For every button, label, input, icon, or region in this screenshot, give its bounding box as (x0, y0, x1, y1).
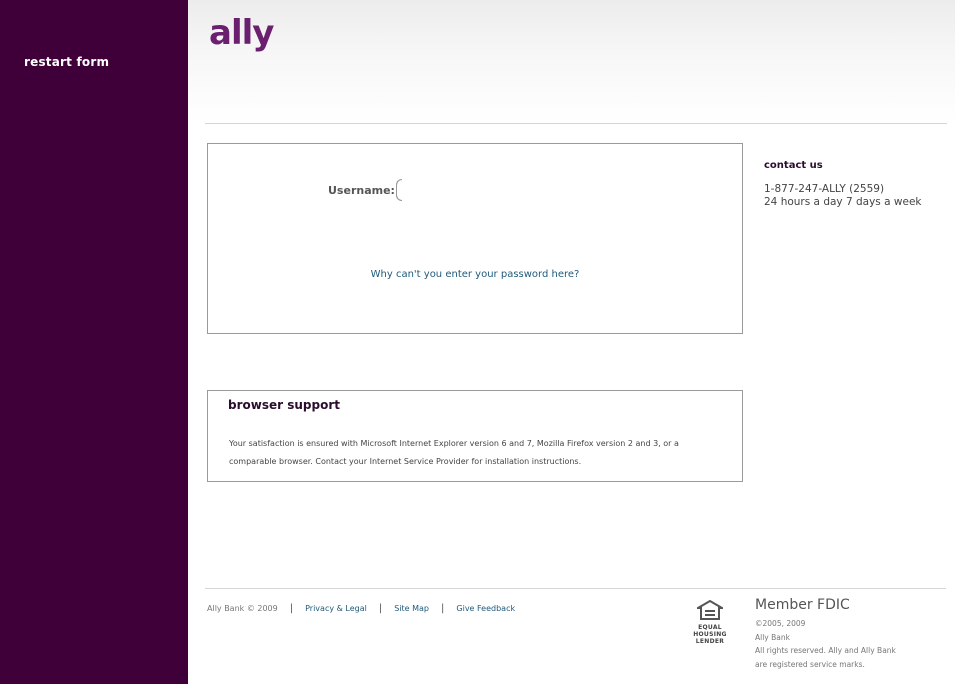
footer-links: Ally Bank © 2009 | Privacy & Legal | Sit… (207, 603, 515, 614)
footer-separator: | (441, 603, 445, 614)
fdic-title: Member FDIC (755, 597, 850, 613)
footer-separator: | (378, 603, 383, 614)
username-input[interactable] (396, 179, 589, 201)
fdic-copyright: ©2005, 2009 (755, 619, 806, 628)
browser-support-title: browser support (228, 398, 340, 412)
footer-copyright: Ally Bank © 2009 (207, 604, 278, 613)
browser-support-text: Your satisfaction is ensured with Micros… (229, 439, 679, 466)
footer-divider (205, 588, 946, 589)
fdic-bank: Ally Bank (755, 632, 790, 642)
ehl-line2: LENDER (695, 638, 725, 645)
fdic-rights-2: are registered service marks. (755, 659, 865, 669)
login-panel: Username: Why can't you enter your passw… (207, 143, 743, 334)
username-label: Username: (328, 184, 395, 197)
contact-title: contact us (764, 160, 823, 171)
privacy-legal-link[interactable]: Privacy & Legal (305, 604, 367, 613)
restart-form-link[interactable]: restart form (24, 55, 109, 69)
sidebar: restart form (0, 0, 188, 684)
fdic-info: Member FDIC ©2005, 2009 Ally Bank All ri… (755, 597, 896, 671)
header-divider (205, 123, 947, 124)
ally-logo-text: ally (209, 14, 274, 53)
fdic-rights-1: All rights reserved. Ally and Ally Bank (755, 646, 896, 655)
password-help-link[interactable]: Why can't you enter your password here? (208, 269, 742, 280)
browser-support-panel: browser support Your satisfaction is ens… (207, 390, 743, 482)
footer-separator: | (289, 603, 294, 614)
contact-panel: contact us 1-877-247-ALLY (2559) 24 hour… (764, 160, 921, 209)
contact-phone: 1-877-247-ALLY (2559) (764, 183, 885, 195)
ehl-line1: EQUAL HOUSING (693, 624, 727, 638)
ally-logo[interactable]: ally (207, 14, 287, 62)
site-map-link[interactable]: Site Map (394, 604, 429, 613)
contact-hours: 24 hours a day 7 days a week (764, 196, 922, 208)
equal-housing-lender-badge: EQUAL HOUSING LENDER (682, 599, 738, 645)
equal-housing-icon (694, 599, 726, 620)
header (188, 0, 955, 123)
give-feedback-link[interactable]: Give Feedback (456, 604, 515, 613)
